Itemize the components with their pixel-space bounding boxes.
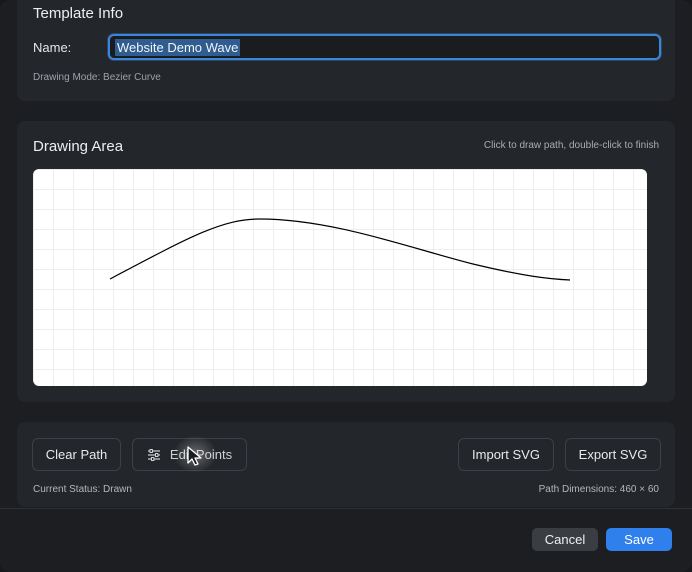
cancel-button[interactable]: Cancel — [532, 528, 598, 551]
drawing-hint: Click to draw path, double-click to fini… — [483, 140, 659, 151]
edit-points-button[interactable]: Edit Points — [132, 438, 247, 471]
template-editor-dialog: Template Info Name: Website Demo Wave Dr… — [0, 0, 692, 572]
drawn-path[interactable] — [109, 218, 571, 281]
sliders-icon — [147, 448, 161, 462]
template-info-section: Template Info Name: Website Demo Wave Dr… — [17, 0, 675, 101]
name-input[interactable]: Website Demo Wave — [108, 34, 661, 60]
cancel-label: Cancel — [544, 532, 586, 547]
clear-path-button[interactable]: Clear Path — [32, 438, 121, 471]
drawing-area-section: Drawing Area Click to draw path, double-… — [17, 121, 675, 402]
export-svg-button[interactable]: Export SVG — [565, 438, 661, 471]
drawing-canvas[interactable] — [33, 169, 647, 386]
edit-points-label: Edit Points — [169, 447, 233, 462]
controls-section: Clear Path Edit Points Import SVG Export… — [17, 422, 675, 507]
name-label: Name: — [33, 40, 72, 55]
import-svg-label: Import SVG — [472, 447, 540, 462]
template-info-title: Template Info — [33, 5, 124, 22]
import-svg-button[interactable]: Import SVG — [458, 438, 554, 471]
clear-path-label: Clear Path — [45, 447, 108, 462]
export-svg-label: Export SVG — [578, 447, 648, 462]
save-button[interactable]: Save — [606, 528, 672, 551]
drawing-area-title: Drawing Area — [33, 138, 124, 155]
path-dimensions: Path Dimensions: 460 × 60 — [538, 484, 659, 495]
drawing-mode-text: Drawing Mode: Bezier Curve — [33, 72, 161, 83]
name-input-value: Website Demo Wave — [115, 39, 241, 56]
path-svg — [109, 218, 571, 281]
current-status: Current Status: Drawn — [33, 484, 132, 495]
footer-divider — [0, 508, 692, 509]
save-label: Save — [624, 532, 654, 547]
